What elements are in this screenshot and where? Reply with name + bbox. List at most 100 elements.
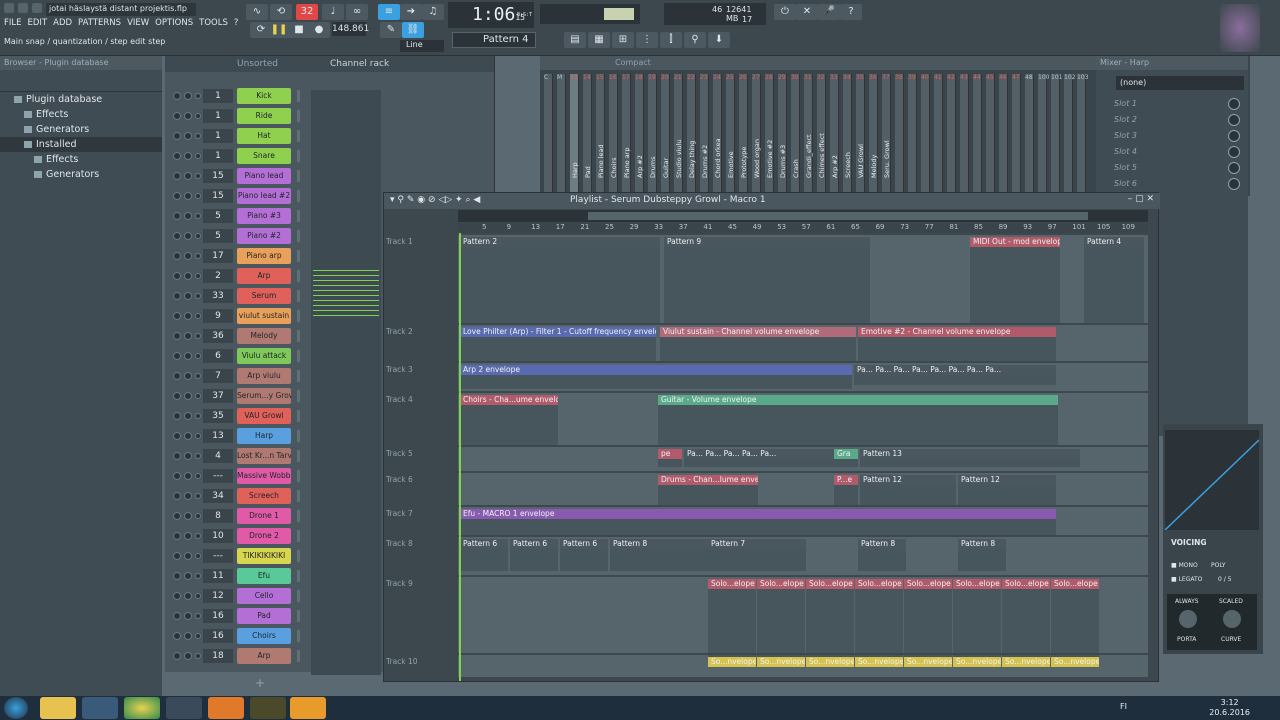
playlist-clip[interactable]: So...nvelope <box>757 657 805 667</box>
metronome-icon[interactable]: ♩ <box>322 4 344 20</box>
mute-toggle[interactable] <box>173 452 181 460</box>
pan-knob[interactable] <box>184 312 192 320</box>
channel-rack-icon[interactable]: ⋮ <box>636 32 658 48</box>
channel-filter[interactable]: Unsorted <box>237 59 278 69</box>
volume-knob[interactable] <box>195 93 201 99</box>
pan-knob[interactable] <box>184 592 192 600</box>
playlist-clip[interactable]: Pattern 9 <box>664 237 870 247</box>
channel-select-indicator[interactable] <box>297 310 300 322</box>
mixer-track-number[interactable]: 7 <box>203 369 233 383</box>
channel-select-indicator[interactable] <box>297 230 300 242</box>
clip-content[interactable] <box>1084 247 1144 323</box>
clip-content[interactable] <box>958 485 1056 505</box>
playlist-ruler[interactable]: 5 9 13 17 21 25 29 33 37 41 45 49 53 57 61 65 69 73 77 81 85… <box>458 223 1148 233</box>
track-header[interactable]: Track 5 <box>386 449 413 458</box>
record-button[interactable]: ● <box>308 22 330 38</box>
legato-toggle[interactable]: ■ LEGATO <box>1171 576 1202 583</box>
volume-knob[interactable] <box>195 313 201 319</box>
tempo-display[interactable]: 148.861 <box>332 22 369 36</box>
clip-content[interactable] <box>658 485 758 505</box>
channel-name-button[interactable]: Kick <box>237 88 291 104</box>
app-icon[interactable] <box>208 697 244 719</box>
help-icon[interactable]: ? <box>840 4 862 20</box>
slot-mix-knob[interactable] <box>1228 162 1240 174</box>
mixer-track-number[interactable]: 4 <box>203 449 233 463</box>
mixer-view-mode[interactable]: Compact <box>615 58 651 67</box>
tree-plugin-database[interactable]: Plugin database <box>0 92 162 107</box>
pan-knob[interactable] <box>184 232 192 240</box>
playlist-clip[interactable]: So...nvelope <box>1051 657 1099 667</box>
channel-select-indicator[interactable] <box>297 370 300 382</box>
mixer-strip[interactable]: 100 <box>1038 74 1049 192</box>
clip-content[interactable] <box>858 337 1056 363</box>
pan-knob[interactable] <box>184 492 192 500</box>
mixer-track-number[interactable]: 8 <box>203 509 233 523</box>
mixer-slot-1[interactable]: Slot 1 <box>1096 96 1248 112</box>
restore-icon[interactable] <box>18 3 28 13</box>
typing-keyboard-icon[interactable]: ♫ <box>422 4 444 20</box>
draw-icon[interactable]: ✎ <box>380 22 402 38</box>
loop-icon[interactable]: ⟲ <box>270 4 292 20</box>
mixer-view-icon[interactable]: ⫿ <box>660 32 682 48</box>
mixer-strip[interactable]: 16 Choirs <box>609 74 618 192</box>
volume-knob[interactable] <box>195 613 201 619</box>
playlist-clip[interactable]: Guitar - Volume envelope <box>658 395 1058 405</box>
channel-name-button[interactable]: Piano #2 <box>237 228 291 244</box>
channel-name-button[interactable]: Efu <box>237 568 291 584</box>
mute-toggle[interactable] <box>173 252 181 260</box>
mixer-track-number[interactable]: 34 <box>203 489 233 503</box>
porta-knob[interactable] <box>1179 610 1197 628</box>
plugin-picker-icon[interactable]: ⚲ <box>684 32 706 48</box>
channel-name-button[interactable]: Arp viulu <box>237 368 291 384</box>
clip-content[interactable] <box>658 459 682 467</box>
clip-content[interactable] <box>834 459 858 467</box>
mixer-strip[interactable]: 20 Guitar <box>661 74 670 192</box>
mute-toggle[interactable] <box>173 492 181 500</box>
channel-select-indicator[interactable] <box>297 430 300 442</box>
mixer-track-number[interactable]: 36 <box>203 329 233 343</box>
mixer-strip[interactable]: 30 Crash <box>791 74 800 192</box>
mixer-track-number[interactable]: 10 <box>203 529 233 543</box>
clip-content[interactable] <box>460 337 656 363</box>
channel-name-button[interactable]: Ride <box>237 108 291 124</box>
volume-knob[interactable] <box>195 353 201 359</box>
channel-name-button[interactable]: Viulu attack <box>237 348 291 364</box>
mixer-track-number[interactable]: 6 <box>203 349 233 363</box>
mixer-strip[interactable]: 42 <box>947 74 956 192</box>
explorer-icon[interactable] <box>40 697 76 719</box>
channel-select-indicator[interactable] <box>297 410 300 422</box>
mixer-track-number[interactable]: 37 <box>203 389 233 403</box>
channel-select-indicator[interactable] <box>297 590 300 602</box>
volume-knob[interactable] <box>195 173 201 179</box>
channel-select-indicator[interactable] <box>297 290 300 302</box>
playlist-clip[interactable]: Pattern 8 <box>610 539 708 549</box>
playlist-clip[interactable]: Pa... Pa... Pa... Pa... Pa... <box>684 449 834 459</box>
slot-mix-knob[interactable] <box>1228 114 1240 126</box>
playlist-clip[interactable]: Pattern 13 <box>860 449 1080 459</box>
clip-content[interactable] <box>854 375 1056 385</box>
clip-content[interactable] <box>664 247 870 323</box>
computer-icon[interactable] <box>166 697 202 719</box>
mixer-strip[interactable]: M <box>557 74 566 192</box>
mixer-strip[interactable]: 22 Delay thing <box>687 74 696 192</box>
channel-name-button[interactable]: viulut sustain <box>237 308 291 324</box>
mixer-strip[interactable]: 48 <box>1025 74 1034 192</box>
playlist-clip[interactable]: Pattern 8 <box>858 539 906 549</box>
channel-select-indicator[interactable] <box>297 110 300 122</box>
volume-knob[interactable] <box>195 373 201 379</box>
menu-help[interactable]: ? <box>234 18 239 32</box>
step-sequencer-grid[interactable] <box>311 90 381 675</box>
playlist-clip[interactable]: So...nvelope <box>1002 657 1050 667</box>
language-indicator[interactable]: FI <box>1120 702 1127 711</box>
volume-knob[interactable] <box>195 393 201 399</box>
pan-knob[interactable] <box>184 432 192 440</box>
mixer-strip[interactable]: 25 Emotive <box>726 74 735 192</box>
playlist-clip[interactable]: Pa... Pa... Pa... Pa... Pa... Pa... Pa..… <box>854 365 1056 375</box>
channel-name-button[interactable]: Harp <box>237 428 291 444</box>
clip-content[interactable] <box>460 375 852 389</box>
count-in-icon[interactable]: ∞ <box>346 4 368 20</box>
playlist-clip[interactable]: Viulut sustain - Channel volume envelope <box>660 327 856 337</box>
volume-knob[interactable] <box>195 213 201 219</box>
clip-content[interactable] <box>958 549 1006 571</box>
download-icon[interactable]: ⬇ <box>708 32 730 48</box>
